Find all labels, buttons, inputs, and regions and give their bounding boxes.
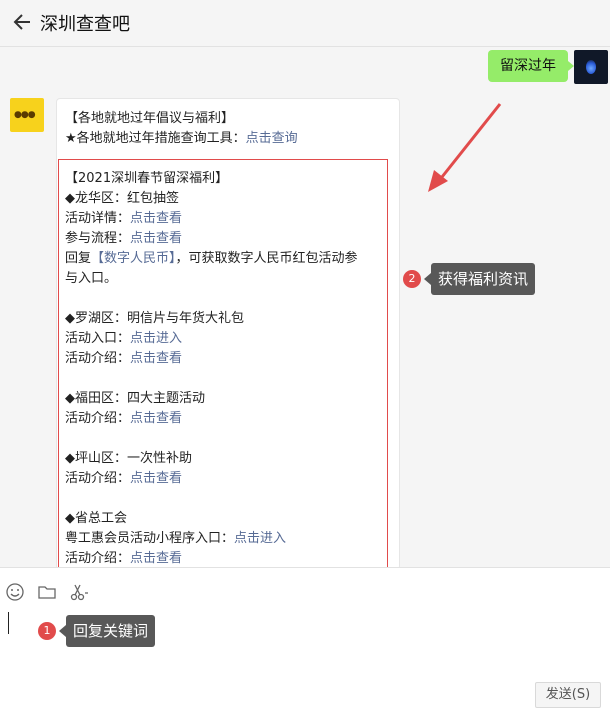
sent-message-bubble[interactable]: 留深过年 xyxy=(488,50,574,82)
user-avatar[interactable] xyxy=(574,50,608,84)
emoji-icon[interactable] xyxy=(5,582,25,602)
tip-1-arrow xyxy=(59,625,66,637)
send-button[interactable]: 发送(S) xyxy=(535,682,601,708)
account-avatar[interactable]: ●●● xyxy=(10,98,44,132)
input-toolbar: 1 回复关键词 发送(S) xyxy=(0,567,610,711)
intro-tool-line: ★各地就地过年措施查询工具：点击查询 xyxy=(65,131,298,146)
annotation-tip-1: 回复关键词 xyxy=(66,615,156,647)
chat-title: 深圳查查吧 xyxy=(40,14,130,35)
annotation-tip-2: 获得福利资讯 xyxy=(431,263,536,295)
scissors-icon[interactable] xyxy=(69,582,89,602)
text-cursor[interactable] xyxy=(8,612,9,634)
face-icon: ●●● xyxy=(14,110,36,120)
tip-2-arrow xyxy=(424,273,431,285)
annotation-badge-1: 1 xyxy=(38,622,56,640)
intro-title: 【各地就地过年倡议与福利】 xyxy=(65,111,235,126)
highlight-box xyxy=(58,159,388,573)
folder-icon[interactable] xyxy=(37,582,57,602)
chat-header: 深圳查查吧 xyxy=(0,0,610,47)
back-arrow-icon[interactable] xyxy=(12,10,34,34)
flame-icon xyxy=(586,60,596,74)
intro-tool-link[interactable]: 点击查询 xyxy=(246,131,298,146)
annotation-badge-2: 2 xyxy=(403,270,421,288)
